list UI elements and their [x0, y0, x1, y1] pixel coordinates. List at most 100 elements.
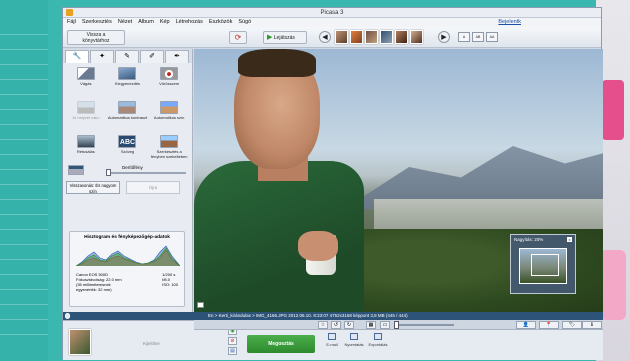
tags-icon[interactable]: 🏷 [562, 321, 582, 329]
picasa-app-icon [66, 9, 73, 16]
zoom-toggle-icon[interactable] [197, 302, 204, 308]
menu-image[interactable]: Kép [160, 18, 170, 27]
rotate-icon[interactable]: ⟳ [229, 31, 247, 44]
play-slideshow-button[interactable]: ▶ Lejátszás [263, 31, 307, 44]
rotate-right-icon[interactable]: ↻ [344, 321, 354, 329]
redo-button[interactable]: Újra [126, 181, 180, 194]
pencil-icon[interactable]: ✎ [115, 50, 139, 63]
thumbnail-size-slider-track[interactable] [394, 324, 454, 326]
menu-edit[interactable]: Szerkesztés [82, 18, 112, 27]
magazine-text-lines [0, 20, 48, 340]
close-icon[interactable]: x [567, 237, 572, 242]
filmstrip-thumbnail[interactable] [395, 30, 408, 44]
filmstrip-view-icon[interactable]: ▭ [380, 321, 390, 329]
im-feeling-lucky-tool[interactable]: Jó helyzet vaku [66, 101, 106, 131]
picasa-window: Picasa 3 Fájl Szerkesztés Nézet Album Ké… [62, 7, 603, 360]
photo-viewer[interactable]: Nagyítás: 20% x [194, 49, 603, 312]
crop-tool[interactable]: Vágás [66, 67, 106, 97]
edit-tabs: 🔧 ✦ ✎ ✐ ✒ [63, 49, 192, 63]
fill-light-slider-track[interactable] [106, 172, 186, 174]
menu-album[interactable]: Album [138, 18, 154, 27]
crop-icon [76, 67, 95, 80]
menu-bar: Fájl Szerkesztés Nézet Album Kép Létreho… [63, 18, 601, 27]
sign-in-link[interactable]: Bejelentk [498, 18, 521, 27]
brush-icon[interactable]: ✦ [90, 50, 114, 63]
iso: ISO: 100 [162, 282, 178, 287]
auto-color-tool[interactable]: Automatikus szín [149, 101, 189, 131]
action-label: Exportálás [368, 342, 388, 347]
retouch-tool[interactable]: Retusálás [66, 135, 106, 165]
menu-file[interactable]: Fájl [67, 18, 76, 27]
fill-light-row: Derítőfény [66, 165, 189, 177]
undo-redo-row: Visszavonás: És nagyom szín Újra [63, 177, 192, 198]
undo-button[interactable]: Visszavonás: És nagyom szín [66, 181, 120, 194]
edit-icon[interactable]: ✐ [140, 50, 164, 63]
play-label: Lejátszás [273, 35, 295, 41]
zoom-navigator[interactable]: Nagyítás: 20% x [510, 234, 576, 294]
grid-view-icon[interactable]: ▦ [366, 321, 376, 329]
menu-help[interactable]: Súgó [238, 18, 251, 27]
export-icon [374, 333, 382, 340]
places-icon[interactable]: 📍 [539, 321, 559, 329]
straighten-tool[interactable]: Kiegyenesítés [108, 67, 148, 97]
edit-panel: 🔧 ✦ ✎ ✐ ✒ Vágás Kiegyenesítés Vörösszem … [63, 49, 193, 312]
navigator-zoom-label: Nagyítás: 20% [514, 237, 544, 242]
tool-label: Retusálás [76, 149, 95, 154]
paint-icon[interactable]: ✒ [165, 50, 189, 63]
redeye-icon [160, 67, 179, 80]
fill-light-slider-handle[interactable] [106, 169, 111, 176]
clear-icon[interactable]: ⊘ [228, 337, 237, 345]
add-to-album-icon[interactable]: ▤ [228, 347, 237, 355]
rotate-left-icon[interactable]: ↺ [331, 321, 341, 329]
tool-label: Kiegyenesítés [114, 81, 141, 86]
export-action[interactable]: Exportálás [367, 333, 389, 347]
tool-label: Vágás [80, 81, 92, 86]
status-bar: En > Kerti_kirándulas > IMG_4166.JPG 201… [63, 312, 603, 320]
tool-label: Vörösszem [159, 81, 180, 86]
filmstrip-thumbnail[interactable] [380, 30, 393, 44]
navigator-viewport[interactable] [531, 254, 559, 276]
share-button[interactable]: Megosztás [247, 335, 315, 353]
undo-line2: szín [89, 188, 97, 194]
view-double-button[interactable]: AA [486, 32, 498, 42]
camera-info-right: 1/200 s f/8.0 ISO: 100 [162, 272, 178, 292]
retouch-icon [76, 135, 95, 148]
email-icon [328, 333, 336, 340]
next-photo-icon[interactable]: ▶ [438, 31, 450, 43]
tray-thumbnail[interactable] [69, 329, 91, 355]
previous-photo-icon[interactable]: ◀ [319, 31, 331, 43]
camera-info: Canon EOS 500D Fókusztávolság: 22.0 mm (… [73, 271, 181, 293]
text-tool[interactable]: ABC Szöveg [108, 135, 148, 165]
status-text: En > Kerti_kirándulas > IMG_4166.JPG 201… [208, 313, 408, 318]
info-icon[interactable]: ℹ [582, 321, 602, 329]
menu-view[interactable]: Nézet [118, 18, 132, 27]
pink-decoration-2 [600, 250, 626, 320]
people-icon[interactable]: 👤 [516, 321, 536, 329]
print-action[interactable]: Nyomtatás [343, 333, 365, 347]
wrench-icon[interactable]: 🔧 [65, 50, 89, 63]
basic-fixes-grid: Vágás Kiegyenesítés Vörösszem Jó helyzet… [63, 63, 192, 165]
thumbnail-size-slider-handle[interactable] [394, 321, 399, 329]
filmstrip-thumbnail[interactable] [335, 30, 348, 44]
auto-contrast-tool[interactable]: Automatikus kontraszt [108, 101, 148, 131]
star-icon[interactable]: ☆ [318, 321, 328, 329]
view-compare-button[interactable]: AB [472, 32, 484, 42]
filmstrip-thumbnail[interactable] [365, 30, 378, 44]
redeye-tool[interactable]: Vörösszem [149, 67, 189, 97]
view-single-button[interactable]: A [458, 32, 470, 42]
contrast-icon [118, 101, 137, 114]
fill-light-label: Derítőfény [122, 165, 143, 170]
email-action[interactable]: E-mail [321, 333, 343, 347]
histogram-title: Hisztogram és fényképezőgép-adatok [84, 235, 170, 240]
tray-toolbar: ☆ ↺ ↻ ▦ ▭ 👤 📍 🏷 ℹ [194, 320, 603, 330]
filmstrip-thumbnail[interactable] [350, 30, 363, 44]
menu-create[interactable]: Létrehozás [176, 18, 203, 27]
toolbar: Vissza a könyvtárhoz ⟳ ▶ Lejátszás ◀ ▶ A… [63, 27, 601, 48]
fill-light-tool[interactable]: Szerkesztés a fényben szekelteben [149, 135, 189, 165]
undo-line1: Visszavonás: És nagyom [69, 183, 117, 188]
action-label: Nyomtatás [344, 342, 364, 347]
back-to-library-button[interactable]: Vissza a könyvtárhoz [67, 30, 125, 45]
print-icon [350, 333, 358, 340]
menu-tools[interactable]: Eszközök [209, 18, 233, 27]
filmstrip-thumbnail[interactable] [410, 30, 423, 44]
